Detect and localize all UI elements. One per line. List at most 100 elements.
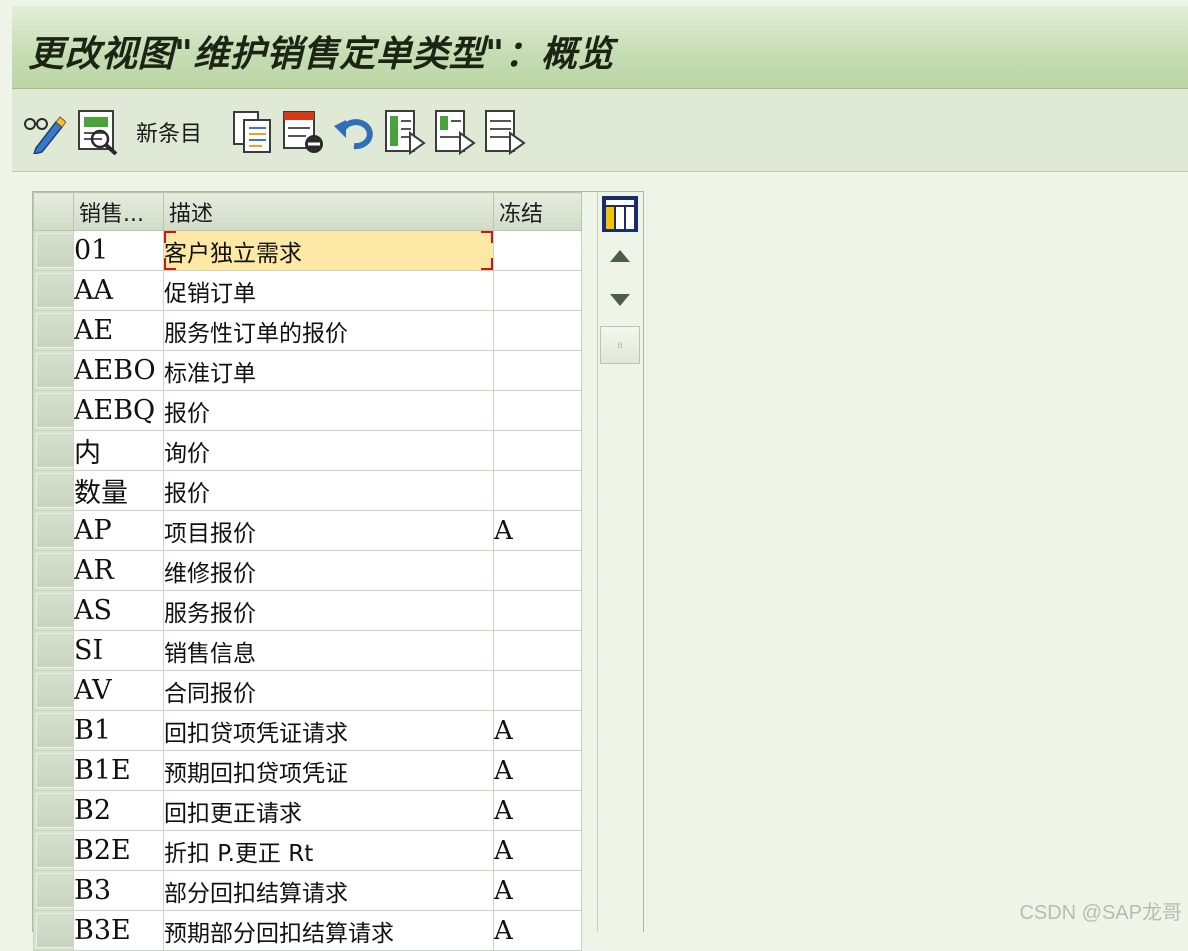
table-row[interactable]: AE 服务性订单的报价 [33, 310, 582, 351]
row-selector[interactable] [33, 830, 74, 871]
cell-description[interactable]: 项目报价 [163, 510, 494, 551]
scrollbar-thumb[interactable]: ⁞⁞ [600, 326, 640, 364]
cell-frozen[interactable] [493, 430, 582, 471]
cell-frozen[interactable]: A [493, 790, 582, 831]
cell-description[interactable]: 维修报价 [163, 550, 494, 591]
cell-frozen[interactable] [493, 310, 582, 351]
cell-description[interactable]: 促销订单 [163, 270, 494, 311]
cell-sales-doc-type[interactable]: B2 [73, 790, 164, 831]
cell-description[interactable]: 回扣更正请求 [163, 790, 494, 831]
display-change-icon[interactable] [22, 109, 66, 155]
row-selector[interactable] [33, 470, 74, 511]
cell-sales-doc-type[interactable]: SI [73, 630, 164, 671]
new-entries-button[interactable]: 新条目 [136, 109, 202, 155]
table-row[interactable]: AEBO 标准订单 [33, 350, 582, 391]
cell-sales-doc-type[interactable]: AA [73, 270, 164, 311]
cell-frozen[interactable]: A [493, 830, 582, 871]
row-selector[interactable] [33, 670, 74, 711]
cell-frozen[interactable] [493, 550, 582, 591]
cell-frozen[interactable]: A [493, 750, 582, 791]
column-settings-icon[interactable] [600, 194, 640, 234]
cell-frozen[interactable]: A [493, 870, 582, 911]
cell-description[interactable]: 询价 [163, 430, 494, 471]
table-row[interactable]: AR 维修报价 [33, 550, 582, 591]
select-block-icon[interactable] [434, 109, 476, 155]
cell-description[interactable]: 服务性订单的报价 [163, 310, 494, 351]
cell-description[interactable]: 服务报价 [163, 590, 494, 631]
row-selector[interactable] [33, 270, 74, 311]
row-selector[interactable] [33, 550, 74, 591]
row-selector[interactable] [33, 510, 74, 551]
column-header-sales-doc-type[interactable]: 销售... [73, 192, 164, 231]
row-selector[interactable] [33, 750, 74, 791]
cell-frozen[interactable] [493, 350, 582, 391]
undo-icon[interactable] [332, 109, 376, 155]
select-all-rows-button[interactable] [33, 192, 74, 231]
cell-frozen[interactable] [493, 270, 582, 311]
cell-description[interactable]: 合同报价 [163, 670, 494, 711]
cell-description[interactable]: 折扣 P.更正 Rt [163, 830, 494, 871]
row-selector[interactable] [33, 430, 74, 471]
cell-description[interactable]: 预期回扣贷项凭证 [163, 750, 494, 791]
table-row[interactable]: B1E 预期回扣贷项凭证 A [33, 750, 582, 791]
row-selector[interactable] [33, 870, 74, 911]
cell-description[interactable]: 标准订单 [163, 350, 494, 391]
cell-frozen[interactable] [493, 230, 582, 271]
deselect-all-icon[interactable] [484, 109, 526, 155]
table-row[interactable]: AV 合同报价 [33, 670, 582, 711]
cell-description[interactable]: 报价 [163, 470, 494, 511]
table-row[interactable]: AEBQ 报价 [33, 390, 582, 431]
cell-frozen[interactable]: A [493, 510, 582, 551]
cell-description[interactable]: 报价 [163, 390, 494, 431]
cell-sales-doc-type[interactable]: AV [73, 670, 164, 711]
cell-sales-doc-type[interactable]: 01 [73, 230, 164, 271]
cell-sales-doc-type[interactable]: B1 [73, 710, 164, 751]
cell-sales-doc-type[interactable]: AR [73, 550, 164, 591]
cell-description[interactable]: 回扣贷项凭证请求 [163, 710, 494, 751]
cell-sales-doc-type[interactable]: B1E [73, 750, 164, 791]
cell-description[interactable]: 部分回扣结算请求 [163, 870, 494, 911]
row-selector[interactable] [33, 230, 74, 271]
table-row[interactable]: B1 回扣贷项凭证请求 A [33, 710, 582, 751]
cell-frozen[interactable] [493, 470, 582, 511]
select-all-icon[interactable] [76, 109, 120, 155]
delete-icon[interactable] [282, 109, 326, 155]
copy-as-icon[interactable] [232, 109, 274, 155]
cell-frozen[interactable] [493, 390, 582, 431]
row-selector[interactable] [33, 310, 74, 351]
column-header-description[interactable]: 描述 [163, 192, 494, 231]
cell-sales-doc-type[interactable]: AEBQ [73, 390, 164, 431]
scroll-down-icon[interactable] [600, 280, 640, 320]
cell-frozen[interactable] [493, 630, 582, 671]
cell-frozen[interactable] [493, 670, 582, 711]
cell-sales-doc-type[interactable]: 数量 [73, 470, 164, 511]
cell-sales-doc-type[interactable]: AP [73, 510, 164, 551]
table-row[interactable]: AS 服务报价 [33, 590, 582, 631]
table-row[interactable]: AA 促销订单 [33, 270, 582, 311]
cell-description[interactable]: 销售信息 [163, 630, 494, 671]
table-row[interactable]: AP 项目报价 A [33, 510, 582, 551]
cell-sales-doc-type[interactable]: AE [73, 310, 164, 351]
cell-sales-doc-type[interactable]: AS [73, 590, 164, 631]
cell-sales-doc-type[interactable]: B2E [73, 830, 164, 871]
table-row[interactable]: B2 回扣更正请求 A [33, 790, 582, 831]
scroll-up-icon[interactable] [600, 236, 640, 276]
cell-sales-doc-type[interactable]: AEBO [73, 350, 164, 391]
table-row[interactable]: B3 部分回扣结算请求 A [33, 870, 582, 911]
row-selector[interactable] [33, 630, 74, 671]
table-row[interactable]: 数量 报价 [33, 470, 582, 511]
row-selector[interactable] [33, 390, 74, 431]
cell-sales-doc-type[interactable]: B3 [73, 870, 164, 911]
column-header-frozen[interactable]: 冻结 [493, 192, 582, 231]
cell-sales-doc-type[interactable]: 内 [73, 430, 164, 471]
table-row[interactable]: 内询价 [33, 430, 582, 471]
table-row[interactable]: B2E 折扣 P.更正 Rt A [33, 830, 582, 871]
row-selector[interactable] [33, 710, 74, 751]
cell-frozen[interactable] [493, 590, 582, 631]
row-selector[interactable] [33, 790, 74, 831]
select-all-entries-icon[interactable] [384, 109, 426, 155]
table-row[interactable]: 01 客户独立需求 [33, 230, 582, 271]
table-row[interactable]: SI 销售信息 [33, 630, 582, 671]
cell-description[interactable]: 客户独立需求 [163, 230, 494, 271]
row-selector[interactable] [33, 590, 74, 631]
